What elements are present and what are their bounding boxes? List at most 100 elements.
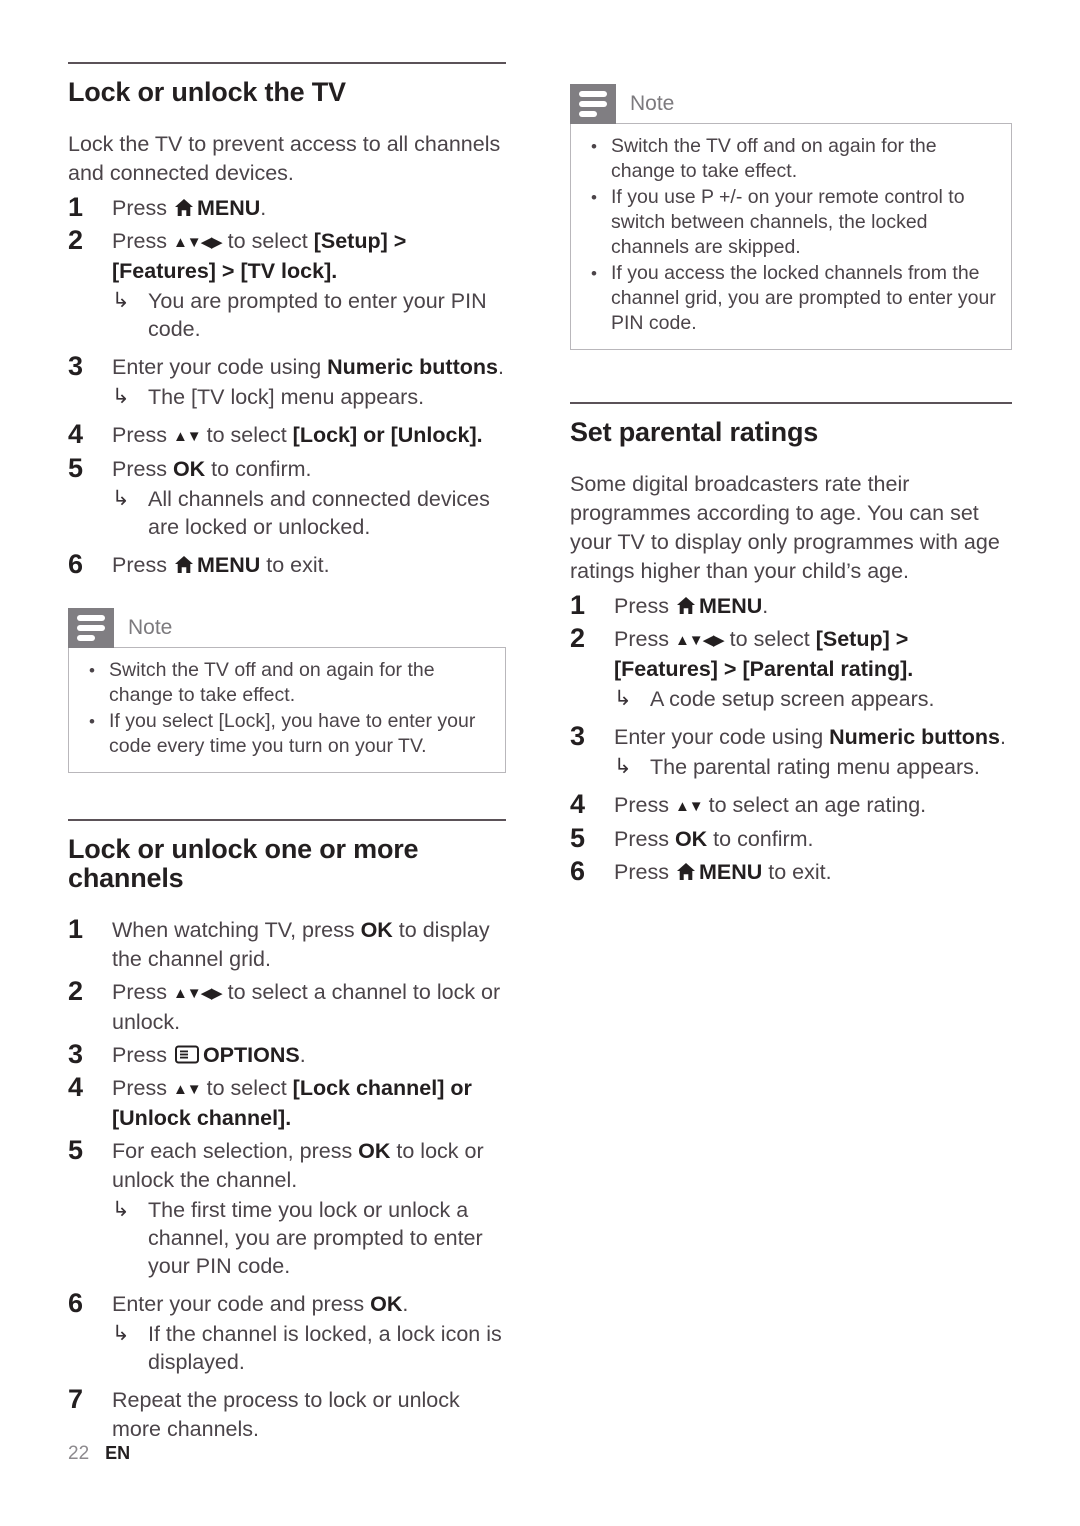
page-footer: 22 EN	[68, 1443, 130, 1465]
step-text: Press MENU.	[614, 594, 768, 618]
step-number: 4	[570, 788, 586, 819]
step-item: 5 Press OK to confirm.	[570, 822, 1012, 854]
step-text-before: Press	[112, 552, 173, 577]
step-results: ↳ The [TV lock] menu appears.	[112, 383, 506, 411]
step-text: Press MENU to exit.	[614, 860, 832, 884]
step-number: 5	[68, 452, 84, 483]
home-icon	[174, 555, 193, 573]
step-text-before: Press	[112, 1043, 173, 1068]
step-text-after: to confirm.	[707, 826, 814, 851]
step-text: Press OK to confirm.	[112, 457, 312, 481]
step-number: 2	[68, 976, 84, 1007]
nav-arrows-icon: ▲▼◀▶	[674, 631, 725, 649]
updown-arrows-icon: ▲▼	[172, 1081, 202, 1099]
step-text-after: to exit.	[762, 859, 832, 884]
step-number: 5	[570, 822, 586, 853]
result-arrow-icon: ↳	[112, 486, 130, 510]
step-keyword: OK	[370, 1292, 403, 1317]
step-keyword: OK	[360, 918, 393, 943]
heading-rule	[570, 402, 1012, 404]
result-arrow-icon: ↳	[112, 1322, 130, 1346]
step-item: 2 Press ▲▼◀▶ to select [Setup] > [Featur…	[68, 225, 506, 343]
step-text-before: For each selection, press	[112, 1139, 359, 1164]
step-item: 4 Press ▲▼ to select [Lock] or [Unlock].	[68, 419, 506, 451]
page-number: 22	[68, 1443, 90, 1464]
step-item: 1 Press MENU.	[570, 589, 1012, 621]
step-results: ↳ The parental rating menu appears.	[614, 753, 1012, 781]
updown-arrows-icon: ▲▼	[674, 797, 704, 815]
step-keyword: OK	[358, 1139, 391, 1164]
step-text: Repeat the process to lock or unlock mor…	[112, 1388, 460, 1442]
step-text: Press ▲▼◀▶ to select [Setup] > [Features…	[112, 229, 406, 283]
step-item: 5 Press OK to confirm. ↳ All channels and…	[68, 452, 506, 541]
result-text: The parental rating menu appears.	[650, 754, 980, 779]
note-title: Note	[128, 615, 173, 639]
step-keyword: OK	[674, 826, 708, 851]
result-item: ↳ The first time you lock or unlock a cha…	[112, 1196, 506, 1280]
step-keyword: MENU	[698, 593, 763, 618]
step-text: Press ▲▼◀▶ to select a channel to lock o…	[112, 980, 500, 1034]
step-item: 4 Press ▲▼ to select [Lock channel] or […	[68, 1072, 506, 1133]
note-icon	[68, 607, 114, 648]
result-text: All channels and connected devices are l…	[148, 486, 490, 539]
step-item: 6 Press MENU to exit.	[68, 549, 506, 580]
step-text-after: .	[999, 724, 1006, 749]
step-text-mid: to select	[200, 1076, 293, 1101]
step-text-after: to confirm.	[205, 456, 312, 481]
step-keyword: MENU	[698, 859, 763, 884]
steps-list-lock-channels: 1 When watching TV, press OK to display …	[68, 914, 506, 1444]
result-text: If the channel is locked, a lock icon is…	[148, 1322, 502, 1375]
step-text: Press ▲▼ to select an age rating.	[614, 793, 926, 817]
step-text-mid: to select an age rating.	[702, 792, 927, 817]
step-keyword: MENU	[196, 195, 261, 220]
nav-arrows-icon: ▲▼◀▶	[172, 985, 223, 1003]
home-icon	[676, 862, 695, 880]
section-heading: Lock or unlock one or more channels	[68, 833, 419, 894]
note-bullet-list: Switch the TV off and on again for the c…	[585, 134, 997, 336]
step-text-after: .	[402, 1292, 409, 1317]
step-item: 2 Press ▲▼◀▶ to select a channel to lock…	[68, 976, 506, 1037]
step-text-after: .	[299, 1043, 306, 1068]
step-item: 3 Enter your code using Numeric buttons.…	[68, 351, 506, 411]
step-keyword: OK	[172, 456, 206, 481]
step-results: ↳ All channels and connected devices are …	[112, 485, 506, 541]
step-text: Press OK to confirm.	[614, 827, 814, 851]
step-text-after: .	[260, 195, 267, 220]
section-heading: Set parental ratings	[570, 417, 819, 447]
note-title: Note	[630, 92, 675, 115]
step-text: Press ▲▼◀▶ to select [Setup] > [Features…	[614, 627, 913, 681]
step-text-before: Press	[112, 195, 173, 220]
step-text-before: Press	[112, 422, 173, 447]
step-text: When watching TV, press OK to display th…	[112, 918, 490, 971]
step-item: 3 Enter your code using Numeric buttons.…	[570, 721, 1012, 781]
step-text-after: .	[497, 354, 504, 379]
step-keyword: OPTIONS	[202, 1043, 300, 1068]
section-lock-unlock-tv: Lock or unlock the TV Lock the TV to pre…	[68, 62, 506, 773]
step-number: 1	[68, 914, 84, 945]
section-set-parental-ratings: Set parental ratings Some digital broadc…	[570, 402, 1012, 887]
result-arrow-icon: ↳	[614, 686, 632, 710]
step-number: 6	[68, 1288, 84, 1319]
step-text-after: .	[762, 593, 769, 618]
step-text: Enter your code and press OK.	[112, 1292, 408, 1316]
step-number: 1	[570, 589, 586, 620]
step-item: 1 Press MENU.	[68, 191, 506, 223]
heading-rule	[68, 818, 506, 821]
note-header: Note	[68, 607, 506, 648]
step-keyword: [Setup]	[815, 626, 890, 651]
step-keyword: Numeric buttons	[327, 354, 498, 379]
note-header: Note	[570, 84, 1012, 124]
note-body: Switch the TV off and on again for the c…	[570, 123, 1012, 350]
note-box: Note Switch the TV off and on again for …	[68, 607, 506, 773]
step-number: 6	[570, 855, 586, 886]
language-code: EN	[105, 1443, 131, 1463]
step-number: 2	[570, 622, 586, 653]
manual-page: Lock or unlock the TV Lock the TV to pre…	[0, 0, 1080, 1526]
step-number: 1	[68, 191, 84, 222]
step-number: 5	[68, 1135, 84, 1166]
note-bullet: Switch the TV off and on again for the c…	[83, 658, 491, 708]
result-item: ↳ The parental rating menu appears.	[614, 753, 1012, 781]
step-keyword: [Lock channel]	[292, 1076, 445, 1101]
step-item: 1 When watching TV, press OK to display …	[68, 914, 506, 974]
step-text: Press OPTIONS.	[112, 1043, 306, 1067]
